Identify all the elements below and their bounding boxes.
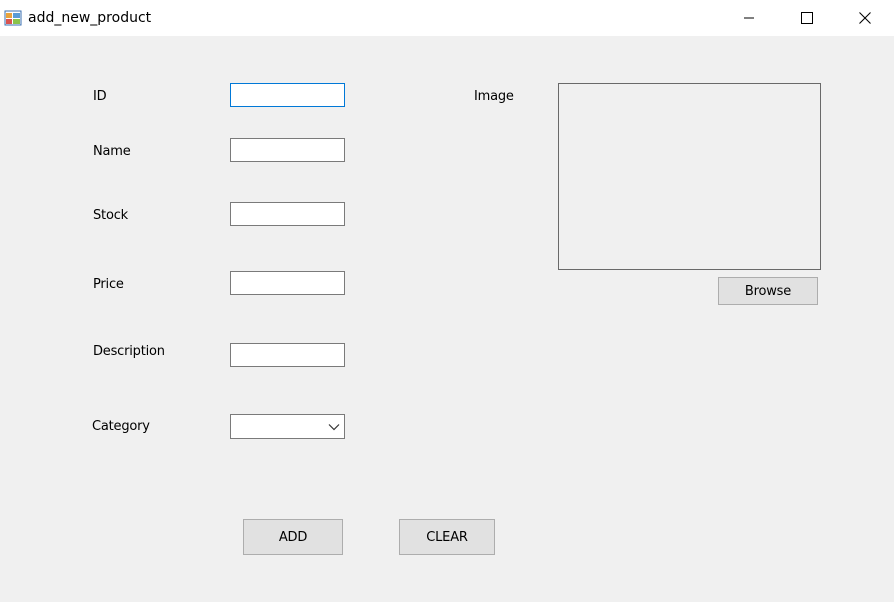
maximize-button[interactable] xyxy=(778,0,836,36)
id-input[interactable] xyxy=(230,83,345,107)
browse-button[interactable]: Browse xyxy=(718,277,818,305)
product-image-box xyxy=(558,83,821,270)
clear-button[interactable]: CLEAR xyxy=(399,519,495,555)
title-bar[interactable]: add_new_product xyxy=(0,0,894,36)
name-label: Name xyxy=(93,144,131,159)
app-window-icon xyxy=(4,9,22,27)
minimize-button[interactable] xyxy=(720,0,778,36)
image-label: Image xyxy=(474,89,514,104)
close-icon xyxy=(859,12,871,24)
stock-label: Stock xyxy=(93,208,128,223)
name-input[interactable] xyxy=(230,138,345,162)
add-button[interactable]: ADD xyxy=(243,519,343,555)
close-button[interactable] xyxy=(836,0,894,36)
minimize-icon xyxy=(744,17,754,19)
id-label: ID xyxy=(93,89,107,104)
stock-input[interactable] xyxy=(230,202,345,226)
category-label: Category xyxy=(92,419,150,434)
chevron-down-icon xyxy=(328,424,340,431)
window-title: add_new_product xyxy=(28,10,152,26)
description-label: Description xyxy=(93,344,165,359)
description-input[interactable] xyxy=(230,343,345,367)
maximize-icon xyxy=(801,12,813,24)
category-dropdown[interactable] xyxy=(230,414,345,439)
price-label: Price xyxy=(93,277,124,292)
price-input[interactable] xyxy=(230,271,345,295)
